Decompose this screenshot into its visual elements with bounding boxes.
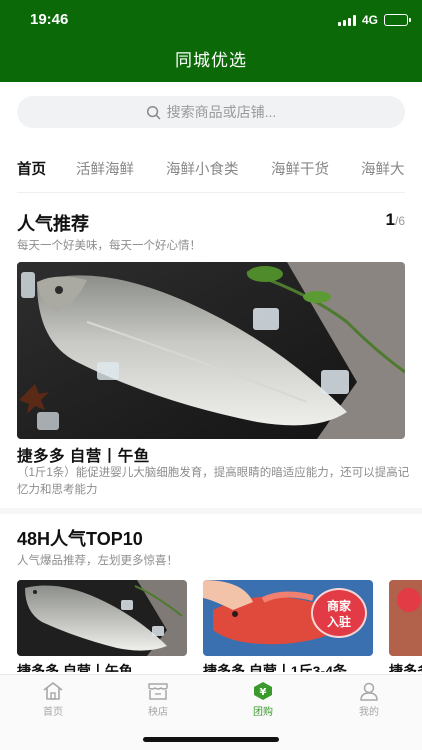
- tabbar-home-label: 首页: [43, 707, 63, 718]
- tabbar-profile[interactable]: 我的: [339, 681, 399, 718]
- home-indicator[interactable]: [143, 737, 279, 742]
- product-name: 捷多多 自营丨1斤3-4条: [203, 663, 347, 672]
- tabbar-profile-label: 我的: [359, 707, 379, 718]
- product-name: 捷多多 自营丨午鱼: [17, 663, 133, 672]
- tabs-divider: [17, 192, 405, 193]
- page-title: 同城优选: [0, 42, 422, 82]
- status-bar: 19:46 4G: [0, 0, 422, 42]
- product-description: （1斤1条）能促进婴儿大脑细胞发育，提高眼睛的暗适应能力，还可以提高记忆力和思考…: [17, 467, 410, 496]
- popular-subtitle: 每天一个好美味，每天一个好心情！: [17, 240, 201, 252]
- tabbar-store-label: 秧店: [148, 707, 168, 718]
- top10-subtitle: 人气爆品推荐，左划更多惊喜！: [17, 555, 178, 567]
- svg-text:¥: ¥: [260, 687, 267, 698]
- carousel-pager: 1/6: [386, 210, 405, 230]
- network-label: 4G: [361, 13, 378, 27]
- store-icon: [148, 683, 168, 700]
- search-placeholder: 搜索商品或店铺...: [166, 104, 277, 120]
- tab-home[interactable]: 首页: [17, 158, 46, 179]
- product-name: 捷多多: [389, 663, 422, 672]
- pager-current: 1: [385, 210, 395, 229]
- tab-dried-seafood[interactable]: 海鲜干货: [271, 158, 329, 179]
- tab-seafood-snacks[interactable]: 海鲜小食类: [166, 158, 239, 179]
- badge-line-2: 入驻: [326, 615, 351, 629]
- popular-title: 人气推荐: [17, 214, 89, 234]
- tabbar-store[interactable]: 秧店: [128, 681, 188, 718]
- bottom-tab-bar: 首页 秧店 ¥ 团购 我的: [0, 674, 422, 750]
- tabbar-group-buy[interactable]: ¥ 团购: [233, 681, 293, 718]
- signal-icon: [337, 14, 356, 26]
- product-image: 商家 入驻: [203, 580, 373, 656]
- product-image: [17, 580, 187, 656]
- product-name[interactable]: 捷多多 自营丨午鱼: [17, 444, 150, 466]
- status-time: 19:46: [30, 11, 69, 28]
- badge-line-1: 商家: [326, 599, 351, 613]
- home-icon: [43, 682, 63, 700]
- top10-carousel[interactable]: 捷多多 自营丨午鱼 商家 入驻 捷多多 自营丨1斤3-4条 捷多多: [17, 580, 422, 672]
- product-image: [389, 580, 422, 656]
- top10-card[interactable]: 商家 入驻 捷多多 自营丨1斤3-4条: [203, 580, 373, 672]
- top10-title: 48H人气TOP10: [17, 529, 143, 549]
- fish-photo: [17, 262, 405, 439]
- tab-live-seafood[interactable]: 活鲜海鲜: [76, 158, 134, 179]
- status-icons: 4G: [337, 13, 411, 27]
- top10-card[interactable]: 捷多多: [389, 580, 422, 672]
- top10-card[interactable]: 捷多多 自营丨午鱼: [17, 580, 187, 672]
- hero-product-image[interactable]: [17, 262, 405, 439]
- pager-total: /6: [394, 214, 405, 228]
- group-buy-icon: ¥: [254, 682, 272, 700]
- section-divider: [0, 508, 422, 514]
- category-tabs: 首页 活鲜海鲜 海鲜小食类 海鲜干货 海鲜大: [0, 150, 422, 186]
- search-icon: [146, 105, 160, 119]
- tab-seafood-more[interactable]: 海鲜大: [361, 158, 405, 179]
- tabbar-home[interactable]: 首页: [23, 681, 83, 718]
- profile-icon: [360, 682, 378, 701]
- tabbar-group-buy-label: 团购: [253, 707, 273, 718]
- merchant-badge: 商家 入驻: [311, 588, 367, 638]
- battery-icon: [384, 14, 411, 26]
- search-input[interactable]: 搜索商品或店铺...: [17, 96, 405, 128]
